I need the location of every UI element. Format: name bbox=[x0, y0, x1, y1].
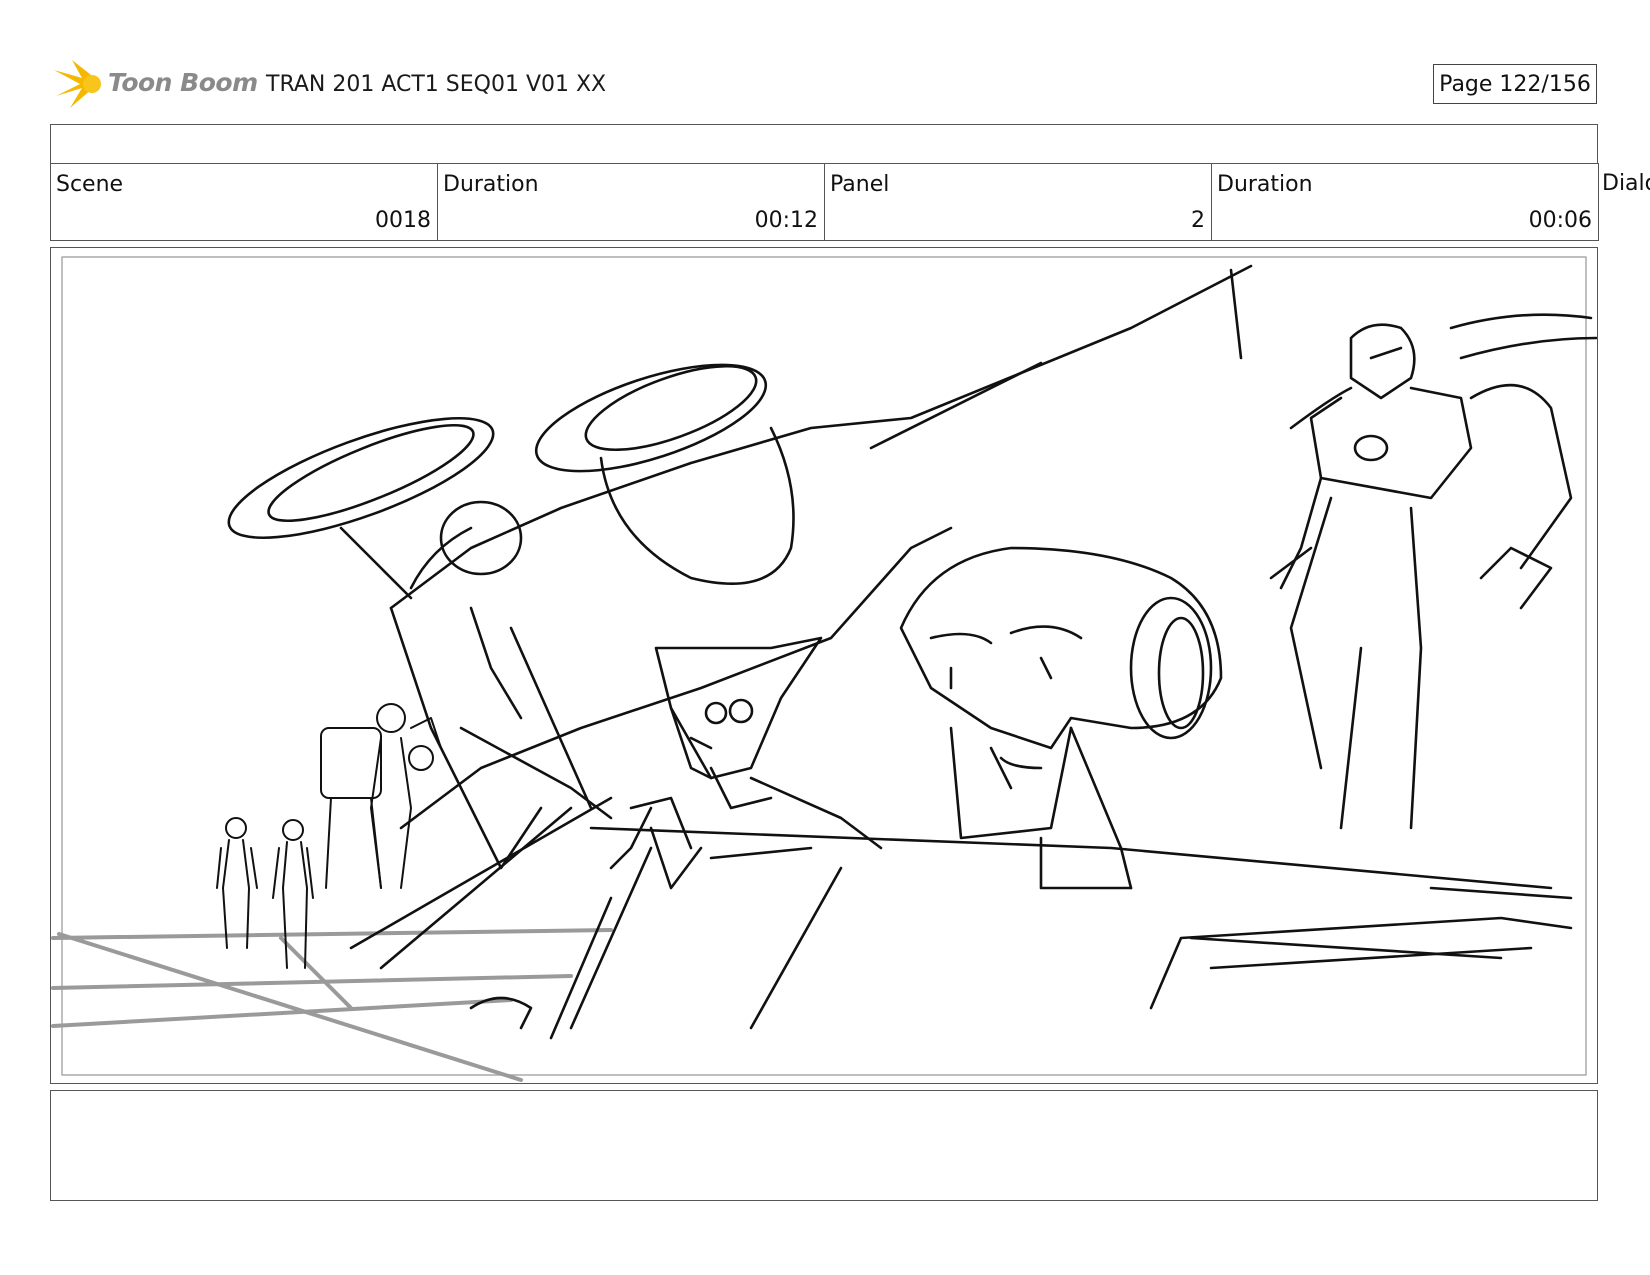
background-crowd bbox=[216, 703, 442, 969]
character-helmet bbox=[899, 546, 1223, 890]
panel-value: 2 bbox=[1191, 208, 1205, 233]
panel-duration-label: Duration bbox=[1217, 172, 1313, 197]
scene-cell: Scene 0018 bbox=[50, 163, 438, 241]
scene-duration-value: 00:12 bbox=[754, 208, 818, 233]
scene-label: Scene bbox=[56, 172, 124, 197]
panel-duration-cell: Duration 00:06 bbox=[1211, 163, 1599, 241]
sun-burst-icon bbox=[54, 60, 101, 108]
notes-box bbox=[50, 1090, 1598, 1201]
document-title: TRAN 201 ACT1 SEQ01 V01 XX bbox=[266, 72, 607, 97]
logo-text: Toon Boom bbox=[108, 68, 258, 97]
character-flying-hero bbox=[1269, 313, 1597, 830]
robot-body-sketch bbox=[227, 264, 1253, 970]
panel-duration-value: 00:06 bbox=[1528, 208, 1592, 233]
toon-boom-logo: Toon Boom bbox=[52, 56, 258, 112]
page-counter: Page 122/156 bbox=[1433, 64, 1597, 104]
character-sharp-hair bbox=[609, 636, 883, 890]
header-strip bbox=[50, 124, 1598, 164]
storyboard-sketch bbox=[51, 256, 1597, 1082]
scene-duration-label: Duration bbox=[443, 172, 539, 197]
panel-cell: Panel 2 bbox=[824, 163, 1212, 241]
scene-value: 0018 bbox=[375, 208, 431, 233]
info-row: Scene 0018 Duration 00:12 Panel 2 Durati… bbox=[50, 163, 1650, 241]
storyboard-panel bbox=[50, 247, 1598, 1084]
panel-label: Panel bbox=[830, 172, 890, 197]
scene-duration-cell: Duration 00:12 bbox=[437, 163, 825, 241]
foreground-consoles bbox=[469, 826, 1573, 1040]
dialog-label: Dialo bbox=[1602, 171, 1650, 196]
